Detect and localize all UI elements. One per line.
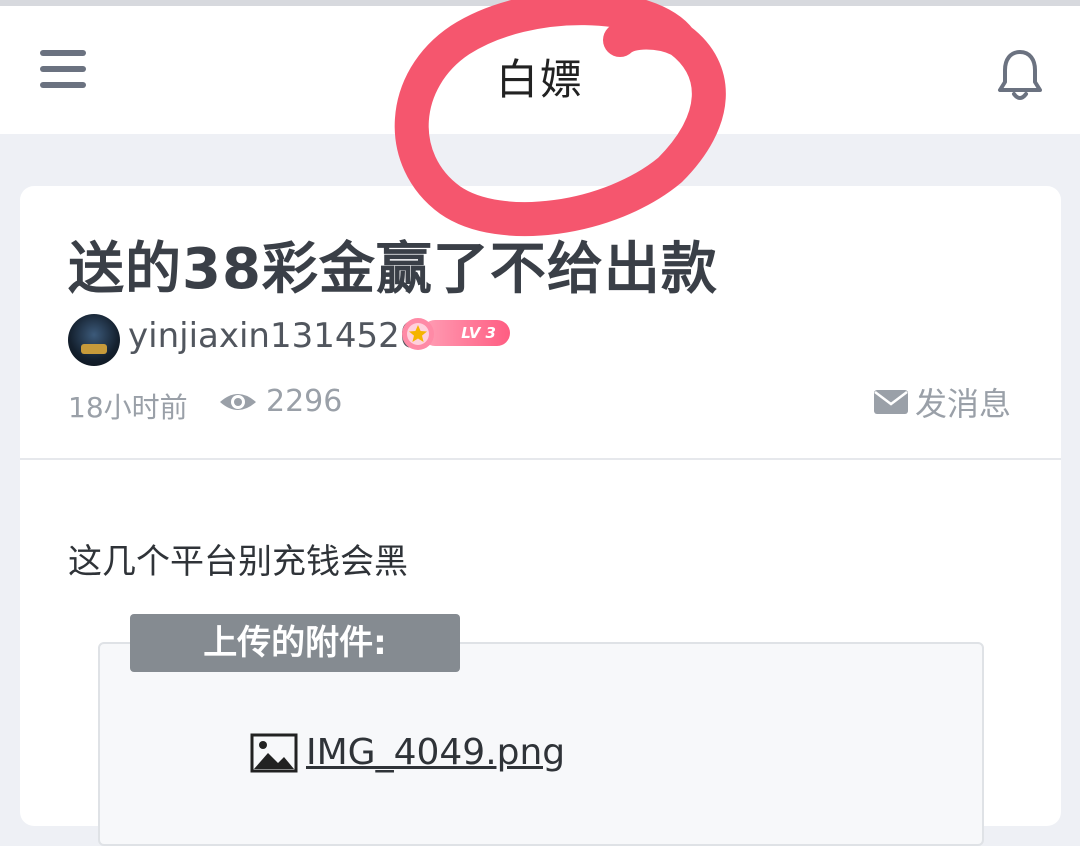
app-header: 白嫖 [0, 6, 1080, 134]
view-count: 2296 [266, 384, 343, 419]
level-badge: LV 3 [400, 316, 512, 352]
attachment-link[interactable]: IMG_4049.png [250, 732, 565, 773]
bell-icon[interactable] [996, 48, 1044, 102]
attachments-header: 上传的附件: [130, 614, 460, 672]
divider [20, 458, 1061, 460]
image-icon [250, 733, 298, 772]
post-title: 送的38彩金赢了不给出款 [68, 237, 718, 302]
send-message-button[interactable]: 发消息 [873, 382, 1011, 423]
post-time: 18小时前 [68, 391, 188, 424]
page-title: 白嫖 [495, 55, 584, 104]
author-name[interactable]: yinjiaxin1314520 [128, 316, 421, 356]
attachment-filename: IMG_4049.png [306, 732, 566, 773]
post-body: 这几个平台别充钱会黑 [68, 542, 408, 582]
envelope-icon [873, 390, 908, 414]
star-icon [402, 318, 434, 350]
eye-icon [220, 394, 256, 410]
send-message-label: 发消息 [914, 385, 1011, 423]
avatar[interactable] [68, 314, 120, 366]
post-card: 送的38彩金赢了不给出款 yinjiaxin1314520 LV 3 18小时前… [20, 186, 1061, 846]
